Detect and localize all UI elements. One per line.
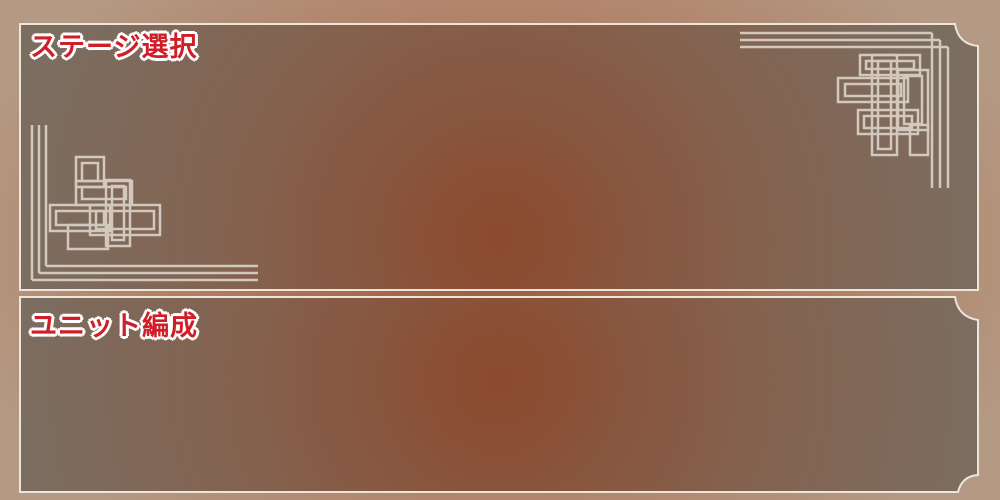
unit-formation-panel: ユニット編成 xyxy=(0,0,1000,500)
unit-formation-title: ユニット編成 xyxy=(30,311,198,342)
unit-formation-frame xyxy=(19,296,979,493)
